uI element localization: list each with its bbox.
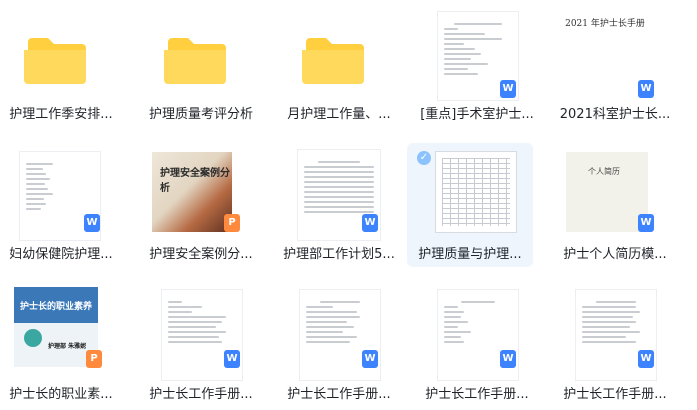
file-tile[interactable]: W [重点]手术室护士... xyxy=(416,0,538,130)
file-name: 2021科室护士长... xyxy=(559,107,671,122)
file-name: 护士长工作手册... xyxy=(563,387,667,402)
file-tile[interactable]: W 护士长工作手册... xyxy=(416,280,538,410)
file-name: 护士长工作手册... xyxy=(425,387,529,402)
hospital-logo-icon xyxy=(24,329,42,347)
thumbnail-title: 护理安全案例分析 xyxy=(160,168,230,194)
selected-check-icon[interactable]: ✓ xyxy=(417,151,431,165)
folder-icon xyxy=(24,38,86,84)
thumbnail-title: 2021 年护士长手册 xyxy=(565,19,645,29)
thumbnail-title: 个人简历 xyxy=(588,167,620,176)
word-doc-icon: W xyxy=(84,214,100,232)
word-doc-icon: W xyxy=(500,350,516,368)
word-doc-icon: W xyxy=(638,350,654,368)
file-tile[interactable]: 2021 年护士长手册 W 2021科室护士长... xyxy=(554,0,676,130)
file-name: 护理工作季安排... xyxy=(9,107,113,122)
thumbnail-department: 护理部 xyxy=(48,343,67,350)
file-name: 月护理工作量、... xyxy=(287,107,391,122)
file-name: 护理质量与护理... xyxy=(418,247,522,262)
presentation-thumbnail: 护理安全案例分析 xyxy=(152,152,232,232)
word-doc-icon: W xyxy=(362,350,378,368)
file-tile[interactable]: 护理工作季安排... xyxy=(0,0,122,130)
file-tile[interactable]: 护理质量考评分析 xyxy=(140,0,262,130)
file-name: 护理安全案例分... xyxy=(149,247,253,262)
word-doc-icon: W xyxy=(362,214,378,232)
file-name: 护士长工作手册... xyxy=(149,387,253,402)
file-name: 护理质量考评分析 xyxy=(148,107,253,122)
thumbnail-title: 护士长的职业素养 xyxy=(20,302,93,312)
file-tile[interactable]: W 护理部工作计划5... xyxy=(278,140,400,270)
thumbnail-author: 朱雅妮 xyxy=(68,343,87,350)
file-name: 护士个人简历模... xyxy=(563,247,667,262)
folder-icon xyxy=(302,38,364,84)
file-tile[interactable]: W 护士长工作手册... xyxy=(554,280,676,410)
file-name: 护理部工作计划5... xyxy=(283,247,395,262)
document-thumbnail: 个人简历 xyxy=(566,152,648,232)
file-name: 妇幼保健院护理... xyxy=(9,247,113,262)
file-tile[interactable]: W 妇幼保健院护理... xyxy=(0,140,122,270)
ppt-icon: P xyxy=(224,214,240,232)
word-doc-icon: W xyxy=(638,214,654,232)
folder-icon xyxy=(164,38,226,84)
file-name: 护士长的职业素... xyxy=(9,387,113,402)
file-name: [重点]手术室护士... xyxy=(420,107,534,122)
ppt-icon: P xyxy=(86,350,102,368)
word-doc-icon: W xyxy=(500,80,516,98)
file-name: 护士长工作手册... xyxy=(287,387,391,402)
word-doc-icon: W xyxy=(224,350,240,368)
file-tile[interactable]: 月护理工作量、... xyxy=(278,0,400,130)
word-doc-icon: W xyxy=(638,80,654,98)
file-tile[interactable]: W 护士长工作手册... xyxy=(140,280,262,410)
document-thumbnail xyxy=(436,152,516,232)
file-tile[interactable]: W 护士长工作手册... xyxy=(278,280,400,410)
